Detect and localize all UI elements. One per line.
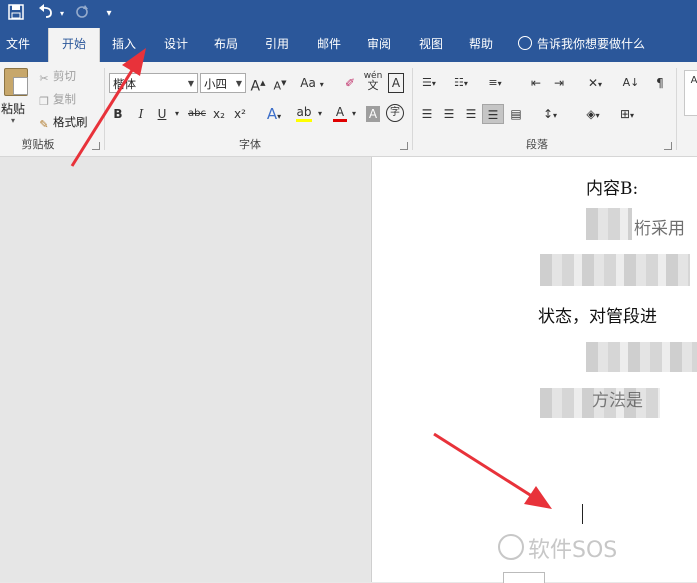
format-painter-button[interactable]: ✎ 格式刷 — [38, 114, 87, 131]
watermark: 软件SOS — [498, 532, 617, 564]
font-name-value: 楷体 — [113, 77, 136, 91]
highlight-dropdown-icon[interactable]: ▾ — [316, 104, 324, 124]
font-color-bar — [333, 119, 347, 122]
quick-access-toolbar: ▾ ▾ — [0, 0, 697, 28]
bold-button[interactable]: B — [111, 104, 125, 124]
asian-layout-button[interactable]: ✕▾ — [582, 73, 608, 93]
increase-indent-button[interactable]: ⇥ — [550, 73, 568, 93]
redo-icon — [72, 4, 92, 24]
ribbon-tabs: 文件 开始 插入 设计 布局 引用 邮件 审阅 视图 帮助 告诉我你想要做什么 — [0, 28, 697, 62]
font-name-combo[interactable]: 楷体 ▼ — [109, 73, 198, 93]
blurred-text — [540, 254, 690, 286]
phonetic-guide-button[interactable]: wén 文 — [363, 71, 383, 91]
group-divider — [412, 68, 413, 150]
scissors-icon: ✂ — [39, 72, 49, 85]
paste-dropdown-icon[interactable]: ▾ — [11, 116, 15, 125]
underline-dropdown-icon[interactable]: ▾ — [173, 104, 181, 124]
bullets-button[interactable]: ☰▾ — [418, 73, 440, 93]
copy-button: ❐ 复制 — [39, 92, 76, 108]
decrease-indent-button[interactable]: ⇤ — [527, 73, 545, 93]
styles-gallery[interactable]: A — [684, 70, 697, 116]
tell-me-box[interactable]: 告诉我你想要做什么 — [518, 28, 645, 62]
distributed-button[interactable]: ▤ — [507, 104, 525, 124]
text-effects-button[interactable]: A▾ — [263, 104, 285, 124]
font-launcher-icon[interactable] — [400, 142, 408, 150]
show-marks-button[interactable]: ¶ — [652, 73, 668, 93]
customize-icon[interactable]: ▾ — [102, 4, 116, 24]
sort-button[interactable]: A↓ — [622, 73, 640, 93]
clear-formatting-icon[interactable]: ✐ — [342, 73, 358, 93]
align-left-button[interactable]: ☰ — [418, 104, 436, 124]
group-divider — [676, 68, 677, 150]
grow-font-button[interactable]: A▲ — [250, 73, 266, 95]
ribbon-home: 粘贴 ▾ ✂ 剪切 ❐ 复制 ✎ 格式刷 剪贴板 楷体 ▼ 小四 ▼ A▲ A▼ Aa ▾… — [0, 62, 697, 157]
numbering-button[interactable]: ☷▾ — [450, 73, 472, 93]
tab-design[interactable]: 设计 — [156, 28, 196, 62]
clipboard-group-label: 剪贴板 — [21, 138, 55, 151]
shrink-font-button[interactable]: A▼ — [272, 73, 288, 93]
doc-text-line: 状态，对管段进 — [538, 307, 657, 327]
character-shading-button[interactable]: A — [366, 106, 380, 122]
enclose-characters-button[interactable]: 字 — [386, 104, 404, 122]
undo-icon[interactable] — [36, 4, 58, 24]
clipboard-launcher-icon[interactable] — [92, 142, 100, 150]
watermark-logo-icon — [498, 534, 524, 560]
highlight-color-bar — [296, 119, 312, 122]
tab-view[interactable]: 视图 — [411, 28, 451, 62]
font-color-button[interactable]: A — [333, 102, 347, 122]
tab-home[interactable]: 开始 — [48, 28, 100, 62]
borders-button[interactable]: ⊞▾ — [614, 104, 640, 124]
align-right-button[interactable]: ☰ — [462, 104, 480, 124]
underline-button[interactable]: U — [155, 104, 169, 124]
tab-references[interactable]: 引用 — [257, 28, 297, 62]
font-size-combo[interactable]: 小四 ▼ — [200, 73, 246, 93]
tab-insert[interactable]: 插入 — [104, 28, 144, 62]
align-center-button[interactable]: ☰ — [440, 104, 458, 124]
justify-button[interactable]: ☰ — [482, 104, 504, 124]
font-group-label: 字体 — [239, 138, 261, 151]
highlight-button[interactable]: ab — [296, 102, 312, 122]
copy-icon: ❐ — [39, 95, 49, 108]
tab-mailings[interactable]: 邮件 — [309, 28, 349, 62]
lightbulb-icon — [518, 36, 532, 50]
tab-review[interactable]: 审阅 — [359, 28, 399, 62]
tab-layout[interactable]: 布局 — [206, 28, 246, 62]
multilevel-list-button[interactable]: ≡▾ — [484, 73, 506, 93]
paragraph-launcher-icon[interactable] — [664, 142, 672, 150]
doc-text-partial: 方法是 — [592, 391, 643, 411]
doc-text-partial: 桁采用 — [634, 219, 685, 239]
blurred-text — [586, 342, 697, 372]
tab-file[interactable]: 文件 — [0, 28, 36, 62]
paste-button[interactable]: 粘贴 — [1, 100, 25, 117]
tell-me-text: 告诉我你想要做什么 — [537, 37, 646, 51]
tab-help[interactable]: 帮助 — [461, 28, 501, 62]
superscript-button[interactable]: x² — [233, 104, 247, 124]
line-spacing-button[interactable]: ↕▾ — [537, 104, 563, 124]
subscript-button[interactable]: x₂ — [212, 104, 226, 124]
font-color-dropdown-icon[interactable]: ▾ — [350, 104, 358, 124]
font-size-value: 小四 — [204, 77, 227, 91]
change-case-button[interactable]: Aa ▾ — [298, 73, 326, 93]
document-margin-area — [0, 157, 370, 582]
character-border-button[interactable]: A — [388, 73, 404, 93]
blurred-text — [586, 208, 632, 240]
strikethrough-button[interactable]: abc — [187, 104, 207, 124]
brush-icon: ✎ — [39, 118, 49, 131]
italic-button[interactable]: I — [134, 104, 148, 124]
group-divider — [104, 68, 105, 150]
undo-dropdown-icon[interactable]: ▾ — [58, 4, 66, 24]
text-cursor — [582, 504, 583, 524]
doc-heading: 内容B: — [586, 179, 639, 199]
page-corner — [503, 572, 545, 583]
save-icon[interactable] — [6, 4, 26, 24]
paste-icon[interactable] — [4, 68, 28, 96]
cut-button: ✂ 剪切 — [39, 69, 76, 85]
shading-button[interactable]: ◈▾ — [580, 104, 606, 124]
paragraph-group-label: 段落 — [526, 138, 548, 151]
